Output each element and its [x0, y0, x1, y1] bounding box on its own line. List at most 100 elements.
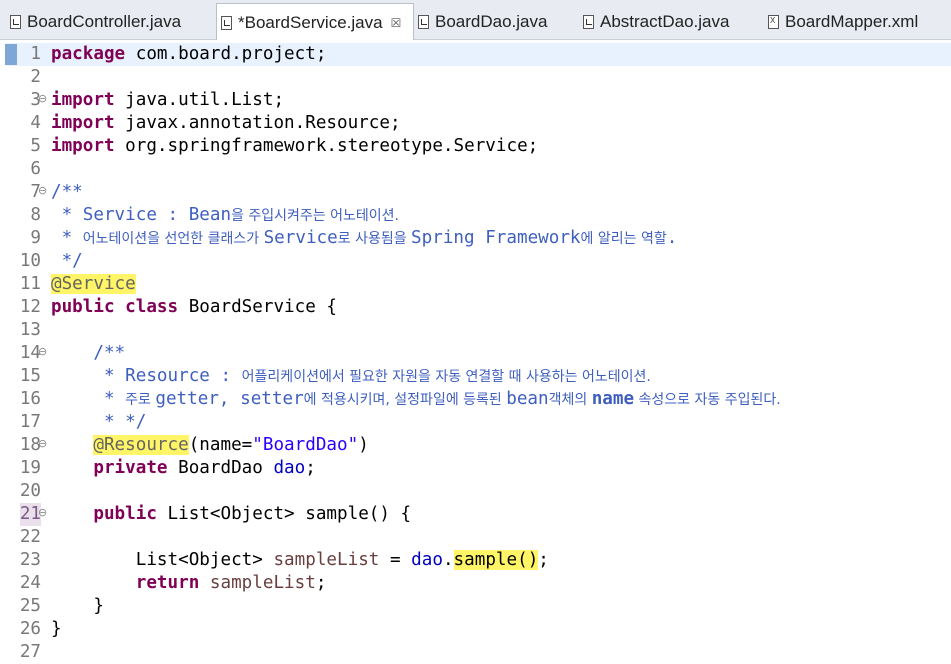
code-token: ;	[538, 550, 549, 570]
code-text: */	[51, 250, 83, 273]
code-line[interactable]: 25 }	[0, 595, 951, 618]
code-line[interactable]: 16 * 주로 getter, setter에 적용시키며, 설정파일에 등록된…	[0, 388, 951, 411]
tab-label: BoardMapper.xml	[785, 12, 919, 31]
line-number: 5	[30, 136, 41, 156]
code-token: /**	[51, 182, 83, 202]
code-token: java.util.List;	[114, 90, 285, 110]
java-file-icon	[418, 15, 429, 29]
line-number: 26	[19, 619, 41, 639]
tab-abstractdaojava[interactable]: AbstractDao.java	[579, 4, 763, 40]
close-tab-icon[interactable]: ☒	[391, 16, 402, 30]
code-token: Spring Framework	[411, 228, 581, 248]
tab-boarddaojava[interactable]: BoardDao.java	[414, 4, 579, 40]
fold-toggle-icon[interactable]: ⊖	[38, 181, 47, 201]
code-token: 어노테이션을 선언한 클래스가	[82, 231, 264, 247]
line-number: 9	[30, 228, 41, 248]
code-text: @Resource(name="BoardDao")	[51, 434, 369, 457]
code-token: public class	[51, 297, 179, 317]
code-token: 을 주입시켜주는 어노테이션.	[231, 208, 399, 224]
code-line[interactable]: 17 * */	[0, 411, 951, 434]
code-token: import	[51, 136, 115, 156]
code-line[interactable]: 6	[0, 158, 951, 181]
code-token: org.springframework.stereotype.Service;	[114, 136, 539, 156]
code-token: Service	[263, 228, 338, 248]
line-number: 22	[19, 527, 41, 547]
code-token: dao	[273, 458, 306, 478]
code-line[interactable]: 15 * Resource : 어플리케이션에서 필요한 자원을 자동 연결할 …	[0, 365, 951, 388]
code-line[interactable]: 3 ⊖ import java.util.List;	[0, 89, 951, 112]
line-number: 4	[30, 113, 41, 133]
code-line[interactable]: 18 ⊖ @Resource(name="BoardDao")	[0, 434, 951, 457]
code-line[interactable]: 22	[0, 526, 951, 549]
code-line[interactable]: 5 import org.springframework.stereotype.S…	[0, 135, 951, 158]
code-line[interactable]: 4 import javax.annotation.Resource;	[0, 112, 951, 135]
code-line[interactable]: 8 * Service : Bean을 주입시켜주는 어노테이션.	[0, 204, 951, 227]
code-text: package com.board.project;	[51, 43, 326, 66]
code-token: * Service : Bean	[51, 205, 232, 225]
code-token: private	[93, 458, 168, 478]
code-line[interactable]: 9 * 어노테이션을 선언한 클래스가 Service로 사용됨을 Spring…	[0, 227, 951, 250]
code-line[interactable]: 2	[0, 66, 951, 89]
code-line[interactable]: 11 @Service	[0, 273, 951, 296]
code-token: sampleList	[209, 573, 316, 593]
code-token: package	[51, 44, 126, 64]
code-token: 객체의	[548, 392, 592, 408]
tab-boardservicejava[interactable]: *BoardService.java ☒	[216, 3, 414, 41]
current-line-marker	[5, 44, 17, 65]
fold-toggle-icon[interactable]: ⊖	[38, 434, 47, 454]
tab-boardmapperxml[interactable]: BoardMapper.xml	[764, 4, 951, 40]
code-line[interactable]: 14 ⊖ /**	[0, 342, 951, 365]
java-file-icon	[583, 15, 594, 29]
code-token: getter, setter	[155, 389, 304, 409]
code-token: List<Object>	[51, 550, 274, 570]
code-token: 로 사용됨을	[337, 231, 412, 247]
code-token: import	[51, 113, 115, 133]
code-text: import org.springframework.stereotype.Se…	[51, 135, 538, 158]
code-token: (name=	[188, 435, 253, 455]
code-token: BoardService {	[178, 297, 337, 317]
line-number: 20	[19, 481, 41, 501]
fold-toggle-icon[interactable]: ⊖	[38, 503, 47, 523]
fold-toggle-icon[interactable]: ⊖	[38, 89, 47, 109]
code-token: 에 알리는 역할	[580, 231, 667, 247]
tab-label: *BoardService.java	[238, 12, 383, 32]
code-token: 어플리케이션에서 필요한 자원을 자동 연결할 때 사용하는 어노테이션.	[241, 369, 651, 385]
line-number: 11	[19, 274, 41, 294]
code-line[interactable]: 21 ⊖ public List<Object> sample() {	[0, 503, 951, 526]
code-token: @Resource	[93, 435, 189, 455]
code-text: import java.util.List;	[51, 89, 284, 112]
fold-toggle-icon[interactable]: ⊖	[38, 342, 47, 362]
line-number: 2	[30, 67, 41, 87]
code-token: public	[93, 504, 157, 524]
code-text: }	[51, 595, 104, 618]
code-text: return sampleList;	[51, 572, 327, 595]
code-line[interactable]: 26}	[0, 618, 951, 641]
overview-ruler	[0, 40, 17, 664]
code-line[interactable]: 19 private BoardDao dao;	[0, 457, 951, 480]
code-text: * Resource : 어플리케이션에서 필요한 자원을 자동 연결할 때 사…	[51, 365, 651, 389]
xml-file-icon	[768, 15, 779, 29]
code-line[interactable]: 7 ⊖/**	[0, 181, 951, 204]
code-line[interactable]: 10 */	[0, 250, 951, 273]
code-line[interactable]: 23 List<Object> sampleList = dao.sample(…	[0, 549, 951, 572]
tab-label: BoardController.java	[27, 12, 182, 31]
code-line[interactable]: 24 return sampleList;	[0, 572, 951, 595]
code-line[interactable]: 27	[0, 641, 951, 664]
code-editor[interactable]: 1 package com.board.project; 2 3 ⊖ import jav…	[0, 40, 951, 664]
code-token: ;	[315, 573, 327, 593]
tab-boardcontrollerjava[interactable]: BoardController.java	[6, 4, 216, 40]
code-token: *	[51, 228, 83, 248]
code-token: )	[358, 435, 369, 455]
code-text: public class BoardService {	[51, 296, 337, 319]
code-token: =	[379, 550, 412, 570]
code-line[interactable]: 12 public class BoardService {	[0, 296, 951, 319]
code-line[interactable]: 13	[0, 319, 951, 342]
code-line[interactable]: 20	[0, 480, 951, 503]
line-number: 25	[19, 596, 41, 616]
code-token: }	[51, 596, 104, 616]
line-number: 12	[19, 297, 41, 317]
code-line[interactable]: 1 package com.board.project;	[0, 43, 951, 66]
tab-label: AbstractDao.java	[600, 12, 730, 31]
